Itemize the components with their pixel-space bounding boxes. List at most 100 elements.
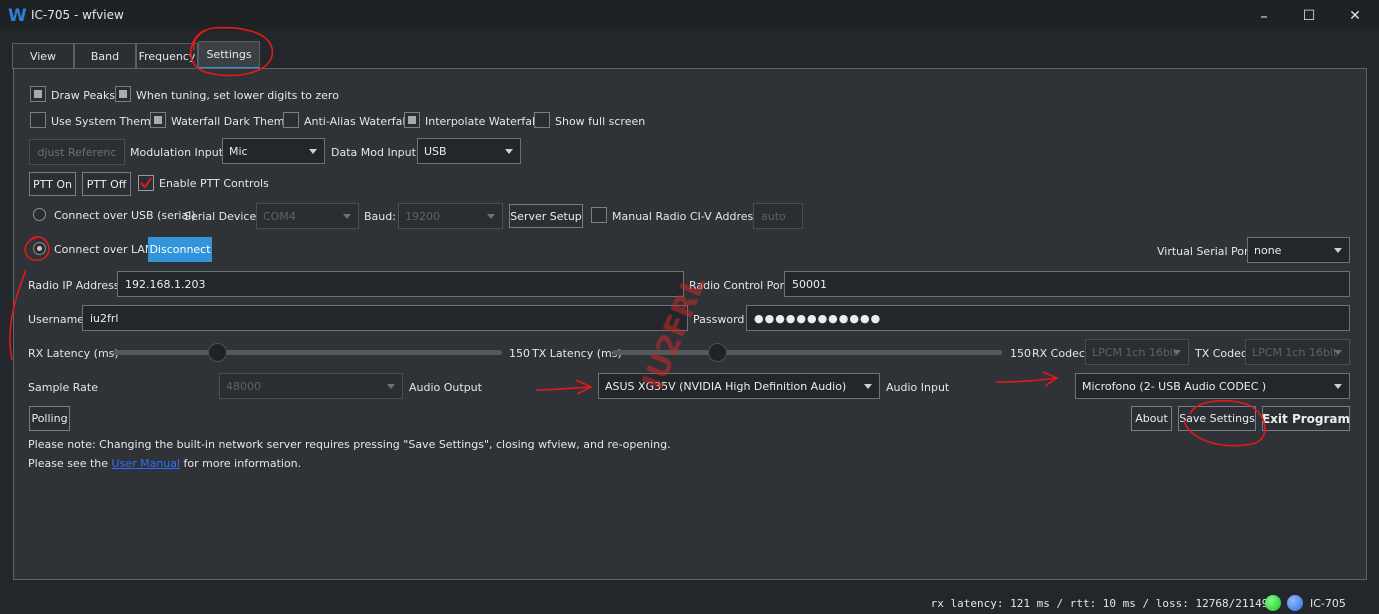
draw-peaks-checkbox[interactable]: [30, 86, 46, 102]
lower-digits-zero-label: When tuning, set lower digits to zero: [136, 89, 339, 102]
adjust-reference-button[interactable]: djust Referenc: [29, 139, 125, 165]
checkmark-icon: [140, 177, 152, 189]
user-manual-note-prefix: Please see the: [28, 457, 112, 470]
rx-latency-slider-handle[interactable]: [208, 343, 228, 362]
modulation-input-label: Modulation Input:: [130, 146, 227, 159]
manual-civ-label: Manual Radio CI-V Address:: [612, 210, 763, 223]
rx-codec-select[interactable]: LPCM 1ch 16bit: [1085, 339, 1189, 365]
use-system-theme-label: Use System Theme: [51, 115, 158, 128]
serial-device-label: Serial Device:: [184, 210, 260, 223]
connect-lan-radio[interactable]: [33, 242, 46, 255]
radio-ip-label: Radio IP Address: [28, 279, 120, 292]
enable-ptt-controls-checkbox[interactable]: [138, 175, 154, 191]
radio-control-port-input[interactable]: 50001: [784, 271, 1350, 297]
close-button[interactable]: ✕: [1332, 0, 1378, 31]
anti-alias-waterfall-checkbox[interactable]: [283, 112, 299, 128]
wfview-logo-icon: W: [8, 6, 27, 26]
connect-lan-label: Connect over LAN: [54, 243, 154, 256]
data-mod-input-select[interactable]: USB: [417, 138, 521, 164]
tab-settings[interactable]: Settings: [198, 41, 260, 69]
rx-codec-label: RX Codec: [1032, 347, 1085, 360]
virtual-serial-port-select[interactable]: none: [1247, 237, 1350, 263]
tab-frequency[interactable]: Frequency: [136, 43, 198, 69]
tx-latency-value: 150: [1010, 347, 1031, 360]
draw-peaks-label: Draw Peaks: [51, 89, 116, 102]
connect-usb-label: Connect over USB (serial): [54, 209, 196, 222]
sample-rate-select[interactable]: 48000: [219, 373, 403, 399]
sample-rate-value: 48000: [226, 379, 261, 393]
chevron-down-icon: [1334, 248, 1342, 253]
audio-input-label: Audio Input: [886, 381, 950, 394]
rx-latency-slider[interactable]: [113, 350, 502, 355]
chevron-down-icon: [505, 149, 513, 154]
ptt-on-button[interactable]: PTT On: [29, 172, 76, 196]
interpolate-waterfall-label: Interpolate Waterfall: [425, 115, 539, 128]
connection-status-led-icon: [1265, 595, 1281, 611]
maximize-button[interactable]: ☐: [1286, 0, 1332, 31]
virtual-serial-port-label: Virtual Serial Port: [1157, 245, 1253, 258]
tx-latency-slider-handle[interactable]: [708, 343, 728, 362]
chevron-down-icon: [1334, 350, 1342, 355]
baud-select[interactable]: 19200: [398, 203, 503, 229]
chevron-down-icon: [1173, 350, 1181, 355]
user-manual-link[interactable]: User Manual: [112, 457, 181, 470]
disconnect-button[interactable]: Disconnect: [148, 237, 212, 262]
interpolate-waterfall-checkbox[interactable]: [404, 112, 420, 128]
sample-rate-label: Sample Rate: [28, 381, 98, 394]
tx-codec-label: TX Codec: [1195, 347, 1247, 360]
chevron-down-icon: [309, 149, 317, 154]
username-label: Username: [28, 313, 85, 326]
password-label: Password: [693, 313, 745, 326]
chevron-down-icon: [864, 384, 872, 389]
about-button[interactable]: About: [1131, 406, 1172, 431]
lower-digits-zero-checkbox[interactable]: [115, 86, 131, 102]
modulation-input-value: Mic: [229, 144, 248, 158]
password-input[interactable]: ●●●●●●●●●●●●: [746, 305, 1350, 331]
polling-button[interactable]: Polling: [29, 406, 70, 431]
serial-device-select[interactable]: COM4: [256, 203, 359, 229]
status-bar: rx latency: 121 ms / rtt: 10 ms / loss: …: [0, 590, 1379, 614]
data-mod-input-value: USB: [424, 144, 447, 158]
show-full-screen-label: Show full screen: [555, 115, 646, 128]
user-manual-note: Please see the User Manual for more info…: [28, 457, 301, 470]
tx-codec-value: LPCM 1ch 16bit: [1252, 345, 1338, 359]
status-latency-text: rx latency: 121 ms / rtt: 10 ms / loss: …: [930, 597, 1275, 610]
save-settings-button[interactable]: Save Settings: [1178, 406, 1256, 431]
connect-usb-radio[interactable]: [33, 208, 46, 221]
ptt-off-button[interactable]: PTT Off: [82, 172, 131, 196]
baud-value: 19200: [405, 209, 440, 223]
waterfall-dark-theme-checkbox[interactable]: [150, 112, 166, 128]
username-input[interactable]: iu2frl: [82, 305, 688, 331]
server-setup-button[interactable]: Server Setup: [509, 204, 583, 228]
minimize-button[interactable]: –: [1241, 0, 1287, 31]
user-manual-note-suffix: for more information.: [180, 457, 302, 470]
waterfall-dark-theme-label: Waterfall Dark Theme: [171, 115, 292, 128]
enable-ptt-controls-label: Enable PTT Controls: [159, 177, 269, 190]
tab-band[interactable]: Band: [74, 43, 136, 69]
rx-latency-value: 150: [509, 347, 530, 360]
chevron-down-icon: [487, 214, 495, 219]
use-system-theme-checkbox[interactable]: [30, 112, 46, 128]
virtual-serial-port-value: none: [1254, 243, 1282, 257]
chevron-down-icon: [343, 214, 351, 219]
chevron-down-icon: [1334, 384, 1342, 389]
show-full-screen-checkbox[interactable]: [534, 112, 550, 128]
modulation-input-select[interactable]: Mic: [222, 138, 325, 164]
baud-label: Baud:: [364, 210, 396, 223]
tab-view[interactable]: View: [12, 43, 74, 69]
audio-input-select[interactable]: Microfono (2- USB Audio CODEC ): [1075, 373, 1350, 399]
anti-alias-waterfall-label: Anti-Alias Waterfall: [304, 115, 409, 128]
chevron-down-icon: [387, 384, 395, 389]
rx-latency-label: RX Latency (ms): [28, 347, 119, 360]
data-mod-input-label: Data Mod Input:: [331, 146, 420, 159]
status-radio-name: IC-705: [1310, 597, 1346, 610]
window-title: IC-705 - wfview: [31, 8, 124, 22]
exit-program-button[interactable]: Exit Program: [1262, 406, 1350, 431]
tx-codec-select[interactable]: LPCM 1ch 16bit: [1245, 339, 1350, 365]
radio-status-led-icon: [1287, 595, 1303, 611]
radio-ip-input[interactable]: 192.168.1.203: [117, 271, 684, 297]
serial-device-value: COM4: [263, 209, 296, 223]
manual-civ-checkbox[interactable]: [591, 207, 607, 223]
title-bar: W IC-705 - wfview – ☐ ✕: [0, 0, 1379, 31]
manual-civ-input[interactable]: auto: [753, 203, 803, 229]
